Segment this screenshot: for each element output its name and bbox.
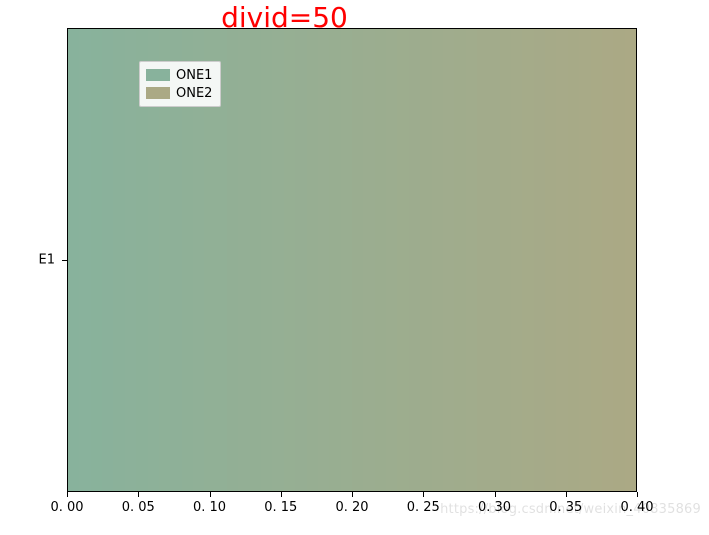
xtick-mark bbox=[281, 492, 282, 497]
xtick-mark bbox=[138, 492, 139, 497]
legend-label: ONE1 bbox=[176, 68, 212, 83]
legend-swatch-one2 bbox=[146, 87, 170, 99]
xtick-mark bbox=[67, 492, 68, 497]
y-axis: E1 bbox=[0, 28, 67, 492]
xtick-label: 0. 10 bbox=[193, 500, 226, 515]
xtick-mark bbox=[495, 492, 496, 497]
plot-area: ONE1 ONE2 bbox=[67, 28, 637, 492]
xtick-label: 0. 20 bbox=[335, 500, 368, 515]
xtick-label: 0. 15 bbox=[264, 500, 297, 515]
xtick-mark bbox=[210, 492, 211, 497]
xtick-mark bbox=[637, 492, 638, 497]
xtick-mark bbox=[566, 492, 567, 497]
xtick-label: 0. 25 bbox=[407, 500, 440, 515]
xtick-mark bbox=[352, 492, 353, 497]
legend-item-one2: ONE2 bbox=[146, 84, 212, 102]
xtick-label: 0. 30 bbox=[478, 500, 511, 515]
legend: ONE1 ONE2 bbox=[139, 61, 221, 107]
xtick-label: 0. 35 bbox=[549, 500, 582, 515]
legend-swatch-one1 bbox=[146, 69, 170, 81]
xtick-label: 0. 40 bbox=[620, 500, 653, 515]
xtick-label: 0. 00 bbox=[50, 500, 83, 515]
legend-item-one1: ONE1 bbox=[146, 66, 212, 84]
ytick-label: E1 bbox=[39, 253, 56, 268]
gradient-slice bbox=[625, 29, 637, 491]
x-axis: 0. 000. 050. 100. 150. 200. 250. 300. 35… bbox=[67, 492, 637, 532]
xtick-label: 0. 05 bbox=[122, 500, 155, 515]
legend-label: ONE2 bbox=[176, 86, 212, 101]
ytick-mark bbox=[62, 260, 67, 261]
xtick-mark bbox=[423, 492, 424, 497]
